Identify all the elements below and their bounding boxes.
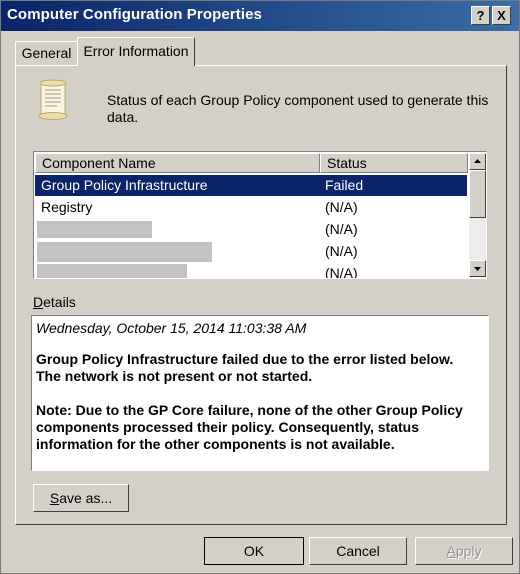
- component-status: Failed: [325, 177, 364, 193]
- scroll-up-button[interactable]: [469, 153, 486, 170]
- component-status: (N/A): [325, 199, 358, 215]
- list-item[interactable]: Group Policy Infrastructure Failed: [35, 175, 467, 196]
- list-item[interactable]: (N/A): [35, 241, 467, 262]
- details-label: Details: [33, 294, 76, 310]
- arrow-down-icon: [474, 267, 481, 271]
- list-item[interactable]: (N/A): [35, 219, 467, 240]
- redacted-name: [37, 264, 187, 278]
- column-header-status[interactable]: Status: [320, 153, 468, 173]
- list-item[interactable]: Registry (N/A): [35, 197, 467, 218]
- list-vertical-scrollbar[interactable]: [469, 153, 486, 277]
- redacted-name: [37, 242, 212, 262]
- cancel-button[interactable]: Cancel: [309, 537, 407, 565]
- properties-dialog: Computer Configuration Properties ? X Ge…: [0, 0, 520, 574]
- component-status: (N/A): [325, 243, 358, 259]
- close-button[interactable]: X: [492, 6, 511, 25]
- component-name: Registry: [41, 199, 93, 215]
- error-note: Note: Due to the GP Core failure, none o…: [36, 402, 463, 452]
- component-status: (N/A): [325, 221, 358, 237]
- scroll-down-button[interactable]: [469, 260, 486, 277]
- scroll-document-icon: [38, 79, 68, 120]
- scrollbar-thumb[interactable]: [469, 170, 486, 218]
- title-bar[interactable]: Computer Configuration Properties ? X: [1, 1, 519, 31]
- component-name: Group Policy Infrastructure: [41, 177, 208, 193]
- component-status: (N/A): [325, 265, 358, 279]
- list-item[interactable]: (N/A): [35, 263, 467, 279]
- status-description: Status of each Group Policy component us…: [107, 92, 489, 125]
- details-text-box[interactable]: Wednesday, October 15, 2014 11:03:38 AM …: [31, 315, 489, 471]
- error-message-line2: The network is not present or not starte…: [36, 368, 313, 384]
- tab-general[interactable]: General: [15, 41, 78, 65]
- error-timestamp: Wednesday, October 15, 2014 11:03:38 AM: [36, 320, 307, 336]
- arrow-up-icon: [474, 159, 481, 163]
- redacted-name: [37, 221, 152, 238]
- save-as-button[interactable]: Save as...: [33, 484, 129, 512]
- component-status-list[interactable]: Component Name Status Group Policy Infra…: [33, 151, 487, 279]
- ok-button[interactable]: OK: [204, 537, 304, 565]
- help-button[interactable]: ?: [471, 6, 490, 25]
- error-message-line1: Group Policy Infrastructure failed due t…: [36, 351, 454, 367]
- apply-button[interactable]: Apply: [415, 537, 513, 565]
- tab-error-information[interactable]: Error Information: [77, 37, 195, 66]
- error-message: Group Policy Infrastructure failed due t…: [36, 351, 484, 385]
- window-title: Computer Configuration Properties: [7, 6, 262, 23]
- column-header-component-name[interactable]: Component Name: [35, 153, 320, 173]
